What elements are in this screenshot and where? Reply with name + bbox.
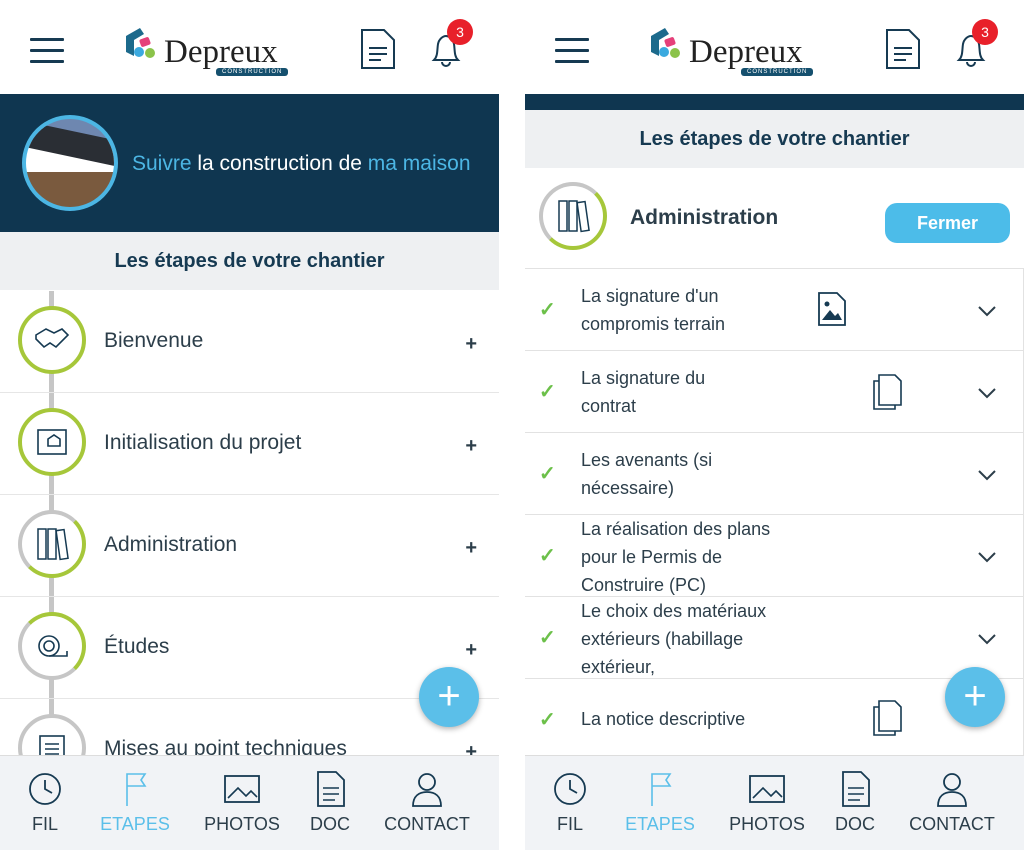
steps-screen: Depreux CONSTRUCTION 3 Suivre la constru… [0, 0, 499, 850]
task-row[interactable]: ✓ La réalisation des plans pour le Permi… [525, 514, 1024, 596]
section-title: Les étapes de votre chantier [0, 232, 499, 290]
expand-icon[interactable]: + [465, 537, 477, 560]
nav-etapes[interactable]: ETAPES [620, 770, 700, 835]
nav-photos[interactable]: PHOTOS [725, 770, 809, 835]
check-icon: ✓ [539, 709, 556, 731]
app-header: Depreux CONSTRUCTION 3 [525, 0, 1024, 94]
binders-icon [539, 182, 607, 250]
photo-icon [749, 775, 785, 803]
step-detail-screen: Depreux CONSTRUCTION 3 Les étapes de vot… [525, 0, 1024, 850]
flag-icon [651, 773, 672, 806]
expand-icon[interactable]: + [465, 639, 477, 662]
nav-etapes[interactable]: ETAPES [95, 770, 175, 835]
document-icon[interactable] [885, 28, 921, 70]
document-icon [317, 771, 345, 807]
nav-contact[interactable]: CONTACT [907, 770, 997, 835]
step-administration[interactable]: Administration + [0, 495, 499, 597]
task-row[interactable]: ✓ Les avenants (si nécessaire) [525, 432, 1024, 514]
step-initialisation[interactable]: Initialisation du projet + [0, 393, 499, 495]
flag-icon [126, 773, 147, 806]
notification-badge: 3 [972, 19, 998, 45]
menu-icon[interactable] [555, 38, 589, 64]
handshake-icon [18, 306, 86, 374]
bottom-nav: FIL ETAPES PHOTOS DOC CONTACT [525, 755, 1024, 850]
house-photo[interactable] [22, 115, 118, 211]
user-icon [937, 773, 967, 807]
check-icon: ✓ [539, 381, 556, 403]
step-header: Administration Fermer [525, 168, 1024, 269]
logo: Depreux CONSTRUCTION [647, 26, 822, 78]
clock-icon [29, 773, 61, 805]
nav-contact[interactable]: CONTACT [382, 770, 472, 835]
bottom-nav: FIL ETAPES PHOTOS DOC CONTACT [0, 755, 499, 850]
task-row[interactable]: ✓ La signature du contrat [525, 350, 1024, 432]
clock-icon [554, 773, 586, 805]
app-header: Depreux CONSTRUCTION 3 [0, 0, 499, 94]
banner-strip [525, 94, 1024, 110]
add-button[interactable]: + [945, 667, 1005, 727]
binders-icon [18, 510, 86, 578]
expand-icon[interactable]: + [465, 333, 477, 356]
close-button[interactable]: Fermer [885, 203, 1010, 243]
copy-icon[interactable] [871, 699, 903, 737]
chevron-down-icon[interactable] [975, 627, 999, 651]
check-icon: ✓ [539, 299, 556, 321]
nav-doc[interactable]: DOC [305, 770, 355, 835]
photo-icon [224, 775, 260, 803]
check-icon: ✓ [539, 627, 556, 649]
copy-icon[interactable] [871, 373, 903, 411]
logo: Depreux CONSTRUCTION [122, 26, 297, 78]
chevron-down-icon[interactable] [975, 463, 999, 487]
user-icon [412, 773, 442, 807]
step-title: Administration [630, 206, 779, 229]
blueprint-icon [18, 408, 86, 476]
section-title: Les étapes de votre chantier [525, 110, 1024, 168]
chevron-down-icon[interactable] [975, 545, 999, 569]
image-file-icon[interactable] [817, 291, 847, 327]
banner-text: Suivre la construction de ma maison [132, 152, 471, 175]
check-icon: ✓ [539, 463, 556, 485]
menu-icon[interactable] [30, 38, 64, 64]
task-row[interactable]: ✓ Le choix des matériaux extérieurs (hab… [525, 596, 1024, 678]
project-banner: Suivre la construction de ma maison [0, 94, 499, 232]
nav-fil[interactable]: FIL [20, 770, 70, 835]
expand-icon[interactable]: + [465, 435, 477, 458]
nav-photos[interactable]: PHOTOS [200, 770, 284, 835]
document-icon [842, 771, 870, 807]
check-icon: ✓ [539, 545, 556, 567]
add-button[interactable]: + [419, 667, 479, 727]
chevron-down-icon[interactable] [975, 381, 999, 405]
notification-badge: 3 [447, 19, 473, 45]
task-row[interactable]: ✓ La signature d'un compromis terrain [525, 268, 1024, 350]
nav-doc[interactable]: DOC [830, 770, 880, 835]
nav-fil[interactable]: FIL [545, 770, 595, 835]
tape-measure-icon [18, 612, 86, 680]
document-icon[interactable] [360, 28, 396, 70]
chevron-down-icon[interactable] [975, 299, 999, 323]
step-bienvenue[interactable]: Bienvenue + [0, 291, 499, 393]
